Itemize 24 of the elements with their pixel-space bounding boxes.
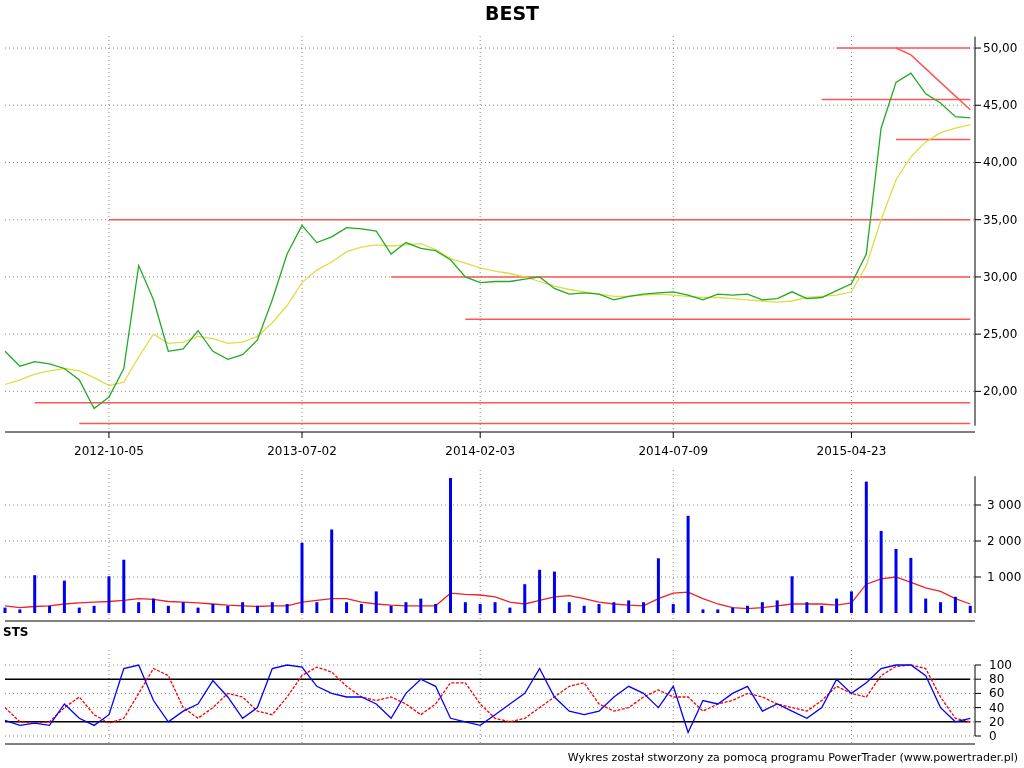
axis-label: 25,00 (983, 327, 1018, 342)
axis-label: 80 (989, 672, 1005, 687)
axis-label: 45,00 (983, 98, 1018, 113)
axis-label: 0 (989, 729, 997, 743)
axis-label: 35,00 (983, 212, 1018, 227)
axis-label: 2013-07-02 (267, 444, 337, 458)
axis-label: 2 000 (987, 534, 1022, 548)
axis-label: 30,00 (983, 269, 1018, 284)
axis-label: 2015-04-23 (816, 444, 887, 458)
axis-label: 2014-02-03 (445, 444, 516, 458)
axis-label: 2014-07-09 (638, 444, 709, 458)
axis-label: 20,00 (983, 384, 1018, 399)
axis-label: 40,00 (983, 155, 1018, 170)
axis-label: 100 (989, 658, 1012, 672)
axis-label: 1 000 (987, 570, 1022, 584)
axis-label: 20 (989, 714, 1005, 729)
axis-label: 50,00 (983, 41, 1018, 56)
axis-label: 60 (989, 686, 1005, 701)
chart-title: BEST (483, 1, 541, 26)
indicator-label: STS (2, 624, 29, 641)
axis-label: 2012-10-05 (74, 444, 144, 458)
footer-note: Wykres został stworzony za pomocą programu PowerTrader (www.powertrader.pl) (567, 750, 1018, 764)
axis-label: 40 (989, 700, 1005, 715)
axis-label: 3 000 (987, 498, 1022, 512)
